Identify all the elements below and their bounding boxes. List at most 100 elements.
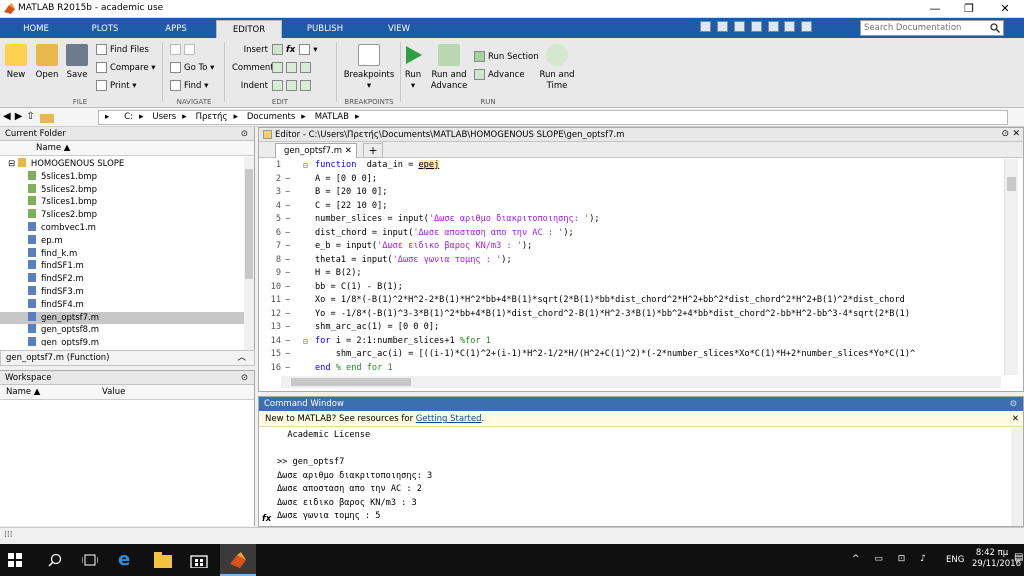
file-row[interactable]: gen_optsf9.m: [0, 337, 254, 346]
tab-view[interactable]: VIEW: [366, 20, 432, 38]
path-user[interactable]: Πρετής: [190, 111, 234, 124]
path-matlab[interactable]: MATLAB: [309, 111, 355, 124]
file-row[interactable]: find_k.m: [0, 247, 254, 261]
system-tray-icons[interactable]: ^ ▭ ⊡ ♪: [852, 554, 932, 564]
folder-scrollbar[interactable]: [244, 157, 254, 350]
breakpoint-marker[interactable]: −: [285, 308, 290, 322]
editor-horizontal-scrollbar[interactable]: [281, 376, 1001, 388]
increase-indent-icon[interactable]: [286, 80, 297, 91]
back-forward-nav[interactable]: [170, 43, 214, 57]
advance-button[interactable]: Advance: [474, 68, 539, 82]
file-row[interactable]: findSF1.m: [0, 260, 254, 273]
breakpoint-marker[interactable]: −: [285, 348, 290, 362]
code-line[interactable]: 6− dist_chord = input('Δωσε αποσταση απο …: [259, 227, 1004, 241]
up-folder-icon[interactable]: ⇧: [26, 111, 38, 122]
run-section-button[interactable]: Run Section: [474, 50, 539, 64]
panel-menu-icon[interactable]: ⊙: [1001, 129, 1009, 139]
breakpoint-marker[interactable]: −: [285, 321, 290, 335]
quick-redo-icon[interactable]: [784, 21, 796, 32]
chevron-up-icon[interactable]: ︿: [237, 351, 246, 365]
panel-menu-icon[interactable]: ⊙: [241, 127, 248, 141]
notifications-icon[interactable]: ▤: [1014, 552, 1023, 563]
ws-name-column[interactable]: Name ▲: [6, 385, 40, 400]
quick-cut-icon[interactable]: [716, 21, 728, 32]
task-view-icon[interactable]: [82, 553, 98, 567]
code-line[interactable]: 16− end % end for 1: [259, 362, 1004, 376]
file-row[interactable]: 7slices1.bmp: [0, 196, 254, 209]
clock[interactable]: 8:42 πμ 29/11/2016: [972, 548, 1021, 570]
breakpoint-marker[interactable]: −: [285, 240, 290, 254]
code-line[interactable]: 2− A = [0 0 0];: [259, 173, 1004, 187]
details-bar[interactable]: gen_optsf7.m (Function) ︿: [0, 350, 255, 366]
goto-button[interactable]: Go To ▾: [170, 61, 214, 75]
breakpoint-marker[interactable]: −: [285, 335, 290, 349]
code-line[interactable]: 1 ⊟ function data_in = epej: [259, 159, 1004, 173]
wrap-comment-icon[interactable]: [300, 62, 311, 73]
close-button[interactable]: ✕: [988, 0, 1022, 18]
breakpoint-marker[interactable]: −: [285, 281, 290, 295]
breakpoint-marker[interactable]: −: [285, 200, 290, 214]
breakpoint-marker[interactable]: −: [285, 267, 290, 281]
matlab-taskbar-button[interactable]: [220, 544, 256, 576]
language-indicator[interactable]: ENG: [946, 555, 964, 565]
open-button[interactable]: Open: [34, 44, 60, 81]
insert-button[interactable]: Insert: [232, 43, 268, 57]
file-row[interactable]: gen_optsf7.m: [0, 311, 254, 325]
breakpoint-marker[interactable]: −: [285, 294, 290, 308]
getting-started-link[interactable]: Getting Started: [416, 414, 482, 424]
print-button[interactable]: Print ▾: [96, 79, 156, 93]
run-button[interactable]: Run ▾: [402, 44, 424, 92]
run-and-advance-button[interactable]: Run and Advance: [430, 44, 468, 92]
path-root[interactable]: ▸: [99, 111, 115, 124]
dismiss-icon[interactable]: ✕: [1012, 411, 1019, 427]
compare-button[interactable]: Compare ▾: [96, 61, 156, 75]
windows-start-icon[interactable]: [8, 553, 30, 575]
panel-menu-icon[interactable]: ⊙: [1010, 397, 1017, 411]
tab-apps[interactable]: APPS: [144, 20, 208, 38]
file-row[interactable]: 5slices2.bmp: [0, 183, 254, 197]
code-line[interactable]: 7− e_b = input('Δωσε ειδικο βαρος KN/m3 :…: [259, 240, 1004, 254]
file-row[interactable]: findSF2.m: [0, 273, 254, 286]
maximize-button[interactable]: ❐: [952, 0, 986, 18]
edge-browser-icon[interactable]: e: [118, 550, 138, 570]
command-output[interactable]: Academic License >> gen_optsf7 Δωσε αριθμο…: [259, 427, 1023, 525]
quick-help-icon[interactable]: [801, 21, 813, 32]
browse-folder-icon[interactable]: [40, 112, 54, 123]
comment-button[interactable]: Comment: [232, 61, 274, 75]
comment-icon[interactable]: [272, 62, 283, 73]
breakpoints-button[interactable]: Breakpoints ▾: [342, 44, 396, 92]
code-line[interactable]: 3− B = [20 10 0];: [259, 186, 1004, 200]
code-line[interactable]: 5− number_slices = input('Δωσε αριθμο δια…: [259, 213, 1004, 227]
search-icon[interactable]: [990, 23, 1000, 33]
name-column-header[interactable]: Name ▲: [0, 141, 254, 156]
path-documents[interactable]: Documents: [241, 111, 301, 124]
file-row[interactable]: findSF4.m: [0, 298, 254, 312]
code-line[interactable]: 8− theta1 = input('Δωσε γωνια τομης : ');: [259, 254, 1004, 268]
breakpoint-marker[interactable]: −: [285, 213, 290, 227]
breakpoint-marker[interactable]: −: [285, 173, 290, 187]
file-row[interactable]: combvec1.m: [0, 221, 254, 235]
find-button[interactable]: Find ▾: [170, 79, 214, 93]
file-row[interactable]: 7slices2.bmp: [0, 209, 254, 222]
find-files-button[interactable]: Find Files: [96, 43, 156, 57]
fold-toggle[interactable]: ⊟: [303, 335, 308, 349]
fx-prompt-icon[interactable]: fx: [262, 514, 271, 524]
insert-menu-icon[interactable]: [299, 44, 311, 55]
code-line[interactable]: 4− C = [22 10 0];: [259, 200, 1004, 214]
quick-copy-icon[interactable]: [733, 21, 745, 32]
code-line[interactable]: 12− Yo = -1/8*(-B(1)^3-3*B(1)^2*bb+4*B(1)…: [259, 308, 1004, 322]
tab-plots[interactable]: PLOTS: [72, 20, 138, 38]
new-button[interactable]: New: [4, 44, 28, 81]
fold-toggle[interactable]: ⊟: [303, 159, 308, 173]
code-area[interactable]: 1 ⊟ function data_in = epej 2− A = [0 0 0]; 3…: [259, 159, 1004, 375]
breakpoint-marker[interactable]: −: [285, 186, 290, 200]
path-c[interactable]: C:: [118, 111, 139, 124]
file-row[interactable]: findSF3.m: [0, 285, 254, 299]
code-line[interactable]: 15− shm_arc_ac(i) = [((i-1)*C(1)^2+(i-1)…: [259, 348, 1004, 362]
minimize-button[interactable]: —: [918, 0, 952, 18]
tab-gen-optsf7[interactable]: gen_optsf7.m ✕: [275, 143, 357, 158]
insert-section-icon[interactable]: [272, 44, 283, 55]
path-users[interactable]: Users: [146, 111, 182, 124]
code-line[interactable]: 13− shm_arc_ac(1) = [0 0 0];: [259, 321, 1004, 335]
code-line[interactable]: 10− bb = C(1) - B(1);: [259, 281, 1004, 295]
